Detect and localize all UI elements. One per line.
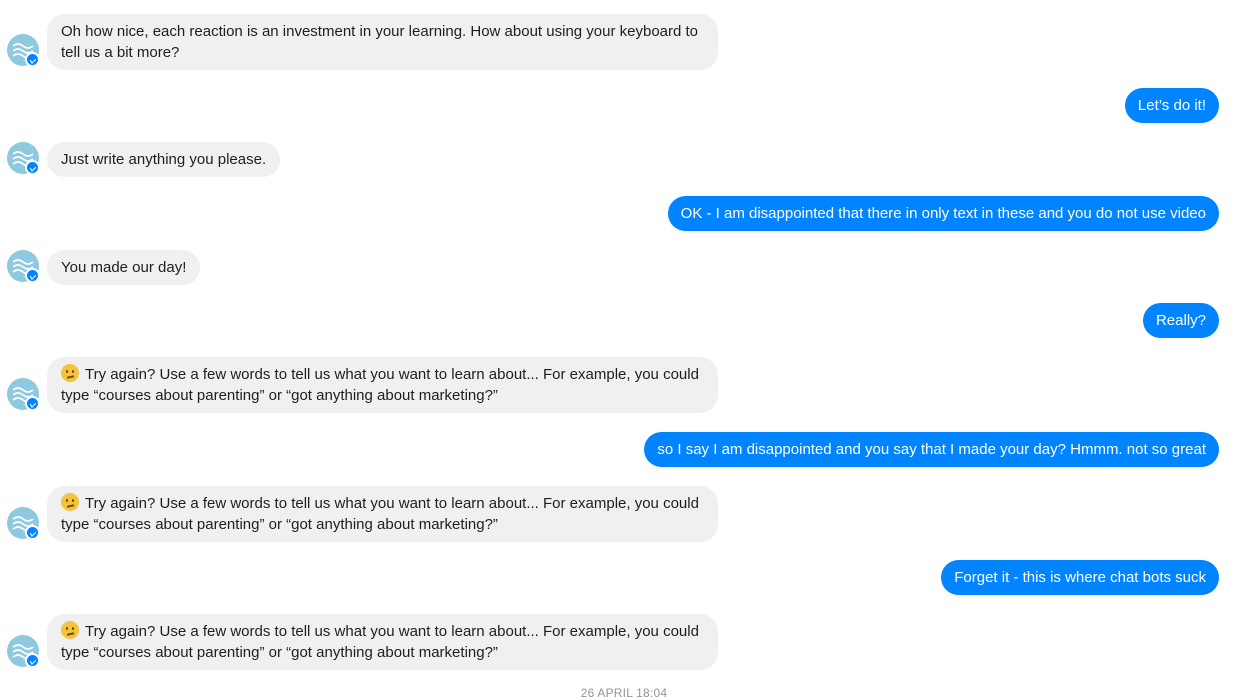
incoming-message[interactable]: You made our day!: [47, 250, 201, 285]
message-text: Try again? Use a few words to tell us wh…: [61, 366, 699, 404]
incoming-message[interactable]: Try again? Use a few words to tell us wh…: [47, 486, 718, 542]
bot-avatar[interactable]: [7, 378, 40, 411]
message-text: Try again? Use a few words to tell us wh…: [61, 495, 699, 533]
message-text: OK - I am disappointed that there in onl…: [680, 205, 1206, 222]
message-text: Just write anything you please.: [61, 151, 267, 168]
incoming-message[interactable]: Try again? Use a few words to tell us wh…: [47, 614, 718, 670]
confused-face-icon: [61, 621, 79, 639]
message-text: Oh how nice, each reaction is an investm…: [61, 23, 699, 61]
messenger-badge-icon: [25, 160, 40, 175]
messenger-badge-icon: [25, 653, 40, 668]
bot-avatar[interactable]: [7, 34, 40, 67]
incoming-message[interactable]: Just write anything you please.: [47, 142, 281, 177]
message-text: Let’s do it!: [1137, 97, 1206, 114]
bot-avatar[interactable]: [7, 635, 40, 668]
conversation-timestamp: 26 APRIL 18:04: [580, 686, 668, 700]
confused-face-icon: [61, 364, 79, 382]
message-text: so I say I am disappointed and you say t…: [657, 441, 1206, 458]
outgoing-message[interactable]: Forget it - this is where chat bots suck: [941, 560, 1219, 595]
bot-avatar[interactable]: [7, 250, 40, 283]
incoming-message[interactable]: Oh how nice, each reaction is an investm…: [47, 14, 718, 70]
confused-face-icon: [61, 493, 79, 511]
conversation-thread: Oh how nice, each reaction is an investm…: [0, 0, 1236, 700]
message-text: You made our day!: [61, 259, 187, 276]
outgoing-message[interactable]: OK - I am disappointed that there in onl…: [667, 196, 1219, 231]
incoming-message[interactable]: Try again? Use a few words to tell us wh…: [47, 357, 718, 413]
outgoing-message[interactable]: Let’s do it!: [1124, 88, 1219, 123]
messenger-badge-icon: [25, 525, 40, 540]
bot-avatar[interactable]: [7, 507, 40, 540]
messenger-badge-icon: [25, 52, 40, 67]
outgoing-message[interactable]: Really?: [1142, 303, 1219, 338]
outgoing-message[interactable]: so I say I am disappointed and you say t…: [644, 432, 1219, 467]
message-text: Forget it - this is where chat bots suck: [954, 569, 1206, 586]
message-text: Really?: [1155, 312, 1206, 329]
bot-avatar[interactable]: [7, 142, 40, 175]
messenger-badge-icon: [25, 268, 40, 283]
message-text: Try again? Use a few words to tell us wh…: [61, 623, 699, 661]
messenger-badge-icon: [25, 396, 40, 411]
